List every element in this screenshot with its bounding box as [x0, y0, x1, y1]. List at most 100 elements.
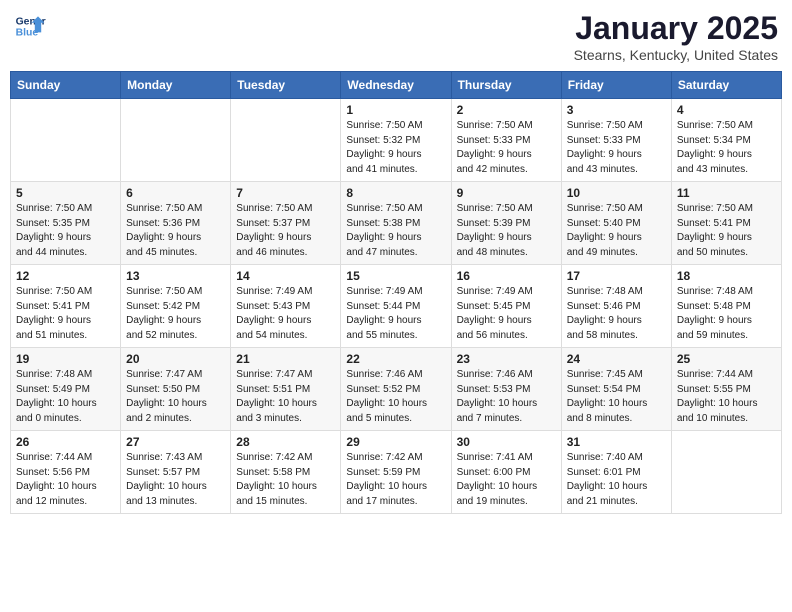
calendar-cell: 4Sunrise: 7:50 AM Sunset: 5:34 PM Daylig…	[671, 99, 781, 182]
calendar-cell: 3 Sunrise: 7:50 AM Sunset: 5:33 PM Daylig…	[561, 99, 671, 182]
day-number: 7	[236, 186, 335, 200]
calendar-cell: 9 Sunrise: 7:50 AM Sunset: 5:39 PM Daylig…	[451, 182, 561, 265]
calendar-cell: 21Sunrise: 7:47 AM Sunset: 5:51 PM Dayli…	[231, 348, 341, 431]
day-number: 6	[126, 186, 225, 200]
day-number: 18	[677, 269, 776, 283]
day-info: Sunrise: 7:50 AM Sunset: 5:33 PM Dayligh…	[457, 119, 556, 177]
calendar-cell: 15Sunrise: 7:49 AM Sunset: 5:44 PM Dayli…	[341, 265, 451, 348]
calendar-cell: 19 Sunrise: 7:48 AM Sunset: 5:49 PM Dayli…	[11, 348, 121, 431]
calendar-cell: 31 Sunrise: 7:40 AM Sunset: 6:01 PM Dayli…	[561, 431, 671, 514]
day-number: 17	[567, 269, 666, 283]
day-info: Sunrise: 7:50 AM Sunset: 5:42 PM Dayligh…	[126, 285, 225, 343]
weekday-header-saturday: Saturday	[671, 72, 781, 99]
day-number: 23	[457, 352, 556, 366]
week-row-5: 26 Sunrise: 7:44 AM Sunset: 5:56 PM Dayli…	[11, 431, 782, 514]
day-number: 25	[677, 352, 776, 366]
day-info: Sunrise: 7:44 AM Sunset: 5:55 PM Dayligh…	[677, 368, 776, 426]
day-info: Sunrise: 7:50 AM Sunset: 5:32 PM Dayligh…	[346, 119, 445, 177]
day-info: Sunrise: 7:48 AM Sunset: 5:46 PM Dayligh…	[567, 285, 666, 343]
calendar-cell: 8Sunrise: 7:50 AM Sunset: 5:38 PM Daylig…	[341, 182, 451, 265]
day-info: Sunrise: 7:49 AM Sunset: 5:44 PM Dayligh…	[346, 285, 445, 343]
header: General Blue January 2025 Stearns, Kentu…	[10, 10, 782, 63]
weekday-header-thursday: Thursday	[451, 72, 561, 99]
day-number: 27	[126, 435, 225, 449]
logo-icon: General Blue	[14, 10, 46, 42]
day-info: Sunrise: 7:43 AM Sunset: 5:57 PM Dayligh…	[126, 451, 225, 509]
title-area: January 2025 Stearns, Kentucky, United S…	[574, 10, 778, 63]
calendar-cell: 10Sunrise: 7:50 AM Sunset: 5:40 PM Dayli…	[561, 182, 671, 265]
day-info: Sunrise: 7:48 AM Sunset: 5:49 PM Dayligh…	[16, 368, 115, 426]
day-number: 28	[236, 435, 335, 449]
day-info: Sunrise: 7:49 AM Sunset: 5:43 PM Dayligh…	[236, 285, 335, 343]
calendar-cell: 22 Sunrise: 7:46 AM Sunset: 5:52 PM Dayli…	[341, 348, 451, 431]
day-number: 1	[346, 103, 445, 117]
calendar-cell: 13 Sunrise: 7:50 AM Sunset: 5:42 PM Dayli…	[121, 265, 231, 348]
day-info: Sunrise: 7:49 AM Sunset: 5:45 PM Dayligh…	[457, 285, 556, 343]
week-row-2: 5 Sunrise: 7:50 AM Sunset: 5:35 PM Daylig…	[11, 182, 782, 265]
calendar-body: 1 Sunrise: 7:50 AM Sunset: 5:32 PM Daylig…	[11, 99, 782, 514]
day-number: 14	[236, 269, 335, 283]
day-info: Sunrise: 7:42 AM Sunset: 5:58 PM Dayligh…	[236, 451, 335, 509]
day-info: Sunrise: 7:47 AM Sunset: 5:50 PM Dayligh…	[126, 368, 225, 426]
day-info: Sunrise: 7:50 AM Sunset: 5:35 PM Dayligh…	[16, 202, 115, 260]
day-info: Sunrise: 7:46 AM Sunset: 5:53 PM Dayligh…	[457, 368, 556, 426]
day-number: 22	[346, 352, 445, 366]
weekday-header-friday: Friday	[561, 72, 671, 99]
day-number: 12	[16, 269, 115, 283]
calendar-cell: 17 Sunrise: 7:48 AM Sunset: 5:46 PM Dayli…	[561, 265, 671, 348]
day-info: Sunrise: 7:50 AM Sunset: 5:38 PM Dayligh…	[346, 202, 445, 260]
month-title: January 2025	[574, 10, 778, 47]
calendar-cell	[231, 99, 341, 182]
day-info: Sunrise: 7:44 AM Sunset: 5:56 PM Dayligh…	[16, 451, 115, 509]
week-row-4: 19 Sunrise: 7:48 AM Sunset: 5:49 PM Dayli…	[11, 348, 782, 431]
day-number: 19	[16, 352, 115, 366]
day-number: 9	[457, 186, 556, 200]
calendar-cell: 12 Sunrise: 7:50 AM Sunset: 5:41 PM Dayli…	[11, 265, 121, 348]
day-info: Sunrise: 7:50 AM Sunset: 5:34 PM Dayligh…	[677, 119, 776, 177]
day-number: 5	[16, 186, 115, 200]
weekday-header-wednesday: Wednesday	[341, 72, 451, 99]
day-number: 21	[236, 352, 335, 366]
day-number: 31	[567, 435, 666, 449]
weekday-header-row: SundayMondayTuesdayWednesdayThursdayFrid…	[11, 72, 782, 99]
day-number: 11	[677, 186, 776, 200]
week-row-1: 1 Sunrise: 7:50 AM Sunset: 5:32 PM Daylig…	[11, 99, 782, 182]
day-number: 16	[457, 269, 556, 283]
calendar: SundayMondayTuesdayWednesdayThursdayFrid…	[10, 71, 782, 514]
weekday-header-sunday: Sunday	[11, 72, 121, 99]
calendar-cell	[11, 99, 121, 182]
calendar-cell: 23 Sunrise: 7:46 AM Sunset: 5:53 PM Dayli…	[451, 348, 561, 431]
day-info: Sunrise: 7:50 AM Sunset: 5:41 PM Dayligh…	[16, 285, 115, 343]
subtitle: Stearns, Kentucky, United States	[574, 47, 778, 63]
day-number: 13	[126, 269, 225, 283]
weekday-header-monday: Monday	[121, 72, 231, 99]
week-row-3: 12 Sunrise: 7:50 AM Sunset: 5:41 PM Dayli…	[11, 265, 782, 348]
day-info: Sunrise: 7:42 AM Sunset: 5:59 PM Dayligh…	[346, 451, 445, 509]
calendar-cell: 24 Sunrise: 7:45 AM Sunset: 5:54 PM Dayli…	[561, 348, 671, 431]
calendar-cell	[121, 99, 231, 182]
day-number: 29	[346, 435, 445, 449]
calendar-cell: 26 Sunrise: 7:44 AM Sunset: 5:56 PM Dayli…	[11, 431, 121, 514]
calendar-cell: 2Sunrise: 7:50 AM Sunset: 5:33 PM Daylig…	[451, 99, 561, 182]
day-number: 24	[567, 352, 666, 366]
calendar-cell: 6Sunrise: 7:50 AM Sunset: 5:36 PM Daylig…	[121, 182, 231, 265]
calendar-cell: 20 Sunrise: 7:47 AM Sunset: 5:50 PM Dayli…	[121, 348, 231, 431]
day-info: Sunrise: 7:50 AM Sunset: 5:40 PM Dayligh…	[567, 202, 666, 260]
day-info: Sunrise: 7:45 AM Sunset: 5:54 PM Dayligh…	[567, 368, 666, 426]
day-info: Sunrise: 7:50 AM Sunset: 5:33 PM Dayligh…	[567, 119, 666, 177]
day-number: 26	[16, 435, 115, 449]
day-info: Sunrise: 7:46 AM Sunset: 5:52 PM Dayligh…	[346, 368, 445, 426]
day-info: Sunrise: 7:41 AM Sunset: 6:00 PM Dayligh…	[457, 451, 556, 509]
calendar-cell: 16 Sunrise: 7:49 AM Sunset: 5:45 PM Dayli…	[451, 265, 561, 348]
day-number: 20	[126, 352, 225, 366]
calendar-cell: 5 Sunrise: 7:50 AM Sunset: 5:35 PM Daylig…	[11, 182, 121, 265]
day-number: 30	[457, 435, 556, 449]
day-number: 3	[567, 103, 666, 117]
calendar-cell: 1 Sunrise: 7:50 AM Sunset: 5:32 PM Daylig…	[341, 99, 451, 182]
calendar-cell: 25 Sunrise: 7:44 AM Sunset: 5:55 PM Dayli…	[671, 348, 781, 431]
day-info: Sunrise: 7:40 AM Sunset: 6:01 PM Dayligh…	[567, 451, 666, 509]
calendar-cell: 11 Sunrise: 7:50 AM Sunset: 5:41 PM Dayli…	[671, 182, 781, 265]
calendar-cell: 7Sunrise: 7:50 AM Sunset: 5:37 PM Daylig…	[231, 182, 341, 265]
day-info: Sunrise: 7:50 AM Sunset: 5:39 PM Dayligh…	[457, 202, 556, 260]
day-info: Sunrise: 7:50 AM Sunset: 5:41 PM Dayligh…	[677, 202, 776, 260]
